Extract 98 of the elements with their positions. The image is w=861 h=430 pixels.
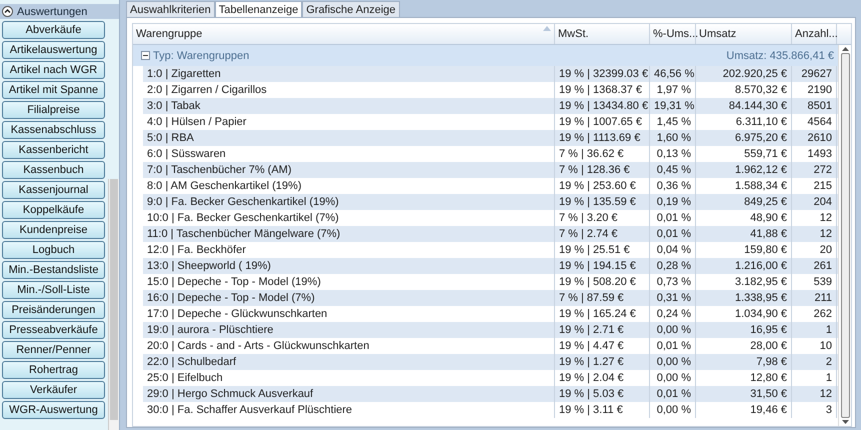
report-button[interactable]: Kassenbuch [2, 161, 105, 179]
table-cell: 7 % | 87.59 € [555, 290, 650, 306]
table-cell: 261 [792, 258, 837, 274]
column-header[interactable]: Warengruppe [133, 24, 555, 44]
report-button[interactable]: Artikel nach WGR [2, 61, 105, 79]
table-cell: 19 % | 1.27 € [555, 354, 650, 370]
table-cell: 1.338,95 € [696, 290, 792, 306]
table-cell: 7:0 | Taschenbücher 7% (AM) [143, 162, 555, 178]
table-cell: 46,56 % [650, 66, 696, 82]
table-cell: 1,60 % [650, 130, 696, 146]
table-cell: 31,50 € [696, 386, 792, 402]
table-cell: 7,98 € [696, 354, 792, 370]
report-button[interactable]: Koppelkäufe [2, 201, 105, 219]
table-cell: 29627 [792, 66, 837, 82]
table-cell: 19:0 | aurora - Plüschtiere [143, 322, 555, 338]
tab[interactable]: Auswahlkriterien [126, 1, 215, 17]
table-cell: 0,01 % [650, 386, 696, 402]
table-cell: 22:0 | Schulbedarf [143, 354, 555, 370]
table-cell: 2610 [792, 130, 837, 146]
table-cell: 0,00 % [650, 322, 696, 338]
report-button[interactable]: Kassenabschluss [2, 121, 105, 139]
report-button[interactable]: Verkäufer [2, 381, 105, 399]
report-button[interactable]: Presseabverkäufe [2, 321, 105, 339]
table-cell: 0,00 % [650, 402, 696, 418]
table-cell: 16:0 | Depeche - Top - Model (7%) [143, 290, 555, 306]
table-cell: 3 [792, 402, 837, 418]
column-header[interactable]: Anzahl... [792, 24, 837, 44]
table-cell: 19 % | 5.03 € [555, 386, 650, 402]
table-cell: 19 % | 1113.69 € [555, 130, 650, 146]
table-cell: 1:0 | Zigaretten [143, 66, 555, 82]
tab[interactable]: Tabellenanzeige [214, 1, 302, 17]
table-cell: 3:0 | Tabak [143, 98, 555, 114]
table-cell: 19 % | 194.15 € [555, 258, 650, 274]
report-button[interactable]: Logbuch [2, 241, 105, 259]
table-cell: 7 % | 128.36 € [555, 162, 650, 178]
group-label: Typ: Warengruppen [153, 50, 250, 62]
report-button[interactable]: Artikelauswertung [2, 41, 105, 59]
table-cell: 41,88 € [696, 226, 792, 242]
table-cell: 0,19 % [650, 194, 696, 210]
report-button[interactable]: Abverkäufe [2, 21, 105, 39]
report-button[interactable]: Kundenpreise [2, 221, 105, 239]
report-button[interactable]: Artikel mit Spanne [2, 81, 105, 99]
table-cell: 19 % | 135.59 € [555, 194, 650, 210]
table-cell: 13:0 | Sheepworld ( 19%) [143, 258, 555, 274]
collapse-icon [2, 6, 13, 17]
column-header[interactable]: MwSt. [555, 24, 650, 44]
report-button[interactable]: WGR-Auswertung [2, 401, 105, 419]
report-button[interactable]: Preisänderungen [2, 301, 105, 319]
table-cell: 6.975,20 € [696, 130, 792, 146]
table-cell: 9:0 | Fa. Becker Geschenkartikel (19%) [143, 194, 555, 210]
section-header[interactable]: Auswertungen [0, 4, 119, 19]
table-cell: 204 [792, 194, 837, 210]
report-button[interactable]: Rohertrag [2, 361, 105, 379]
table-cell: 29:0 | Hergo Schmuck Ausverkauf [143, 386, 555, 402]
table-cell: 16,95 € [696, 322, 792, 338]
report-button[interactable]: Renner/Penner [2, 341, 105, 359]
scroll-up-icon[interactable] [842, 47, 848, 51]
tab[interactable]: Grafische Anzeige [302, 1, 400, 17]
table-cell: 12 [792, 386, 837, 402]
table-cell: 849,25 € [696, 194, 792, 210]
section-label: Auswertungen [17, 6, 88, 18]
table-cell: 30:0 | Fa. Schaffer Ausverkauf Plüschtiere [143, 402, 555, 418]
table-cell: 0,28 % [650, 258, 696, 274]
table-cell: 1 [792, 322, 837, 338]
table-cell: 0,45 % [650, 162, 696, 178]
table-cell: 19 % | 32399.03 € [555, 66, 650, 82]
scrollbar[interactable] [108, 179, 119, 430]
table-cell: 0,01 % [650, 226, 696, 242]
report-button[interactable]: Kassenjournal [2, 181, 105, 199]
table-cell: 7 % | 2.74 € [555, 226, 650, 242]
group-summary: Umsatz: 435.866,41 € [726, 50, 834, 62]
table-cell: 8501 [792, 98, 837, 114]
table-cell: 19,31 % [650, 98, 696, 114]
report-button[interactable]: Kassenbericht [2, 141, 105, 159]
table-cell: 0,31 % [650, 290, 696, 306]
report-button[interactable]: Min.-/Soll-Liste [2, 281, 105, 299]
table-cell: 1.962,12 € [696, 162, 792, 178]
scrollbar[interactable] [838, 45, 851, 426]
table-cell: 211 [792, 290, 837, 306]
table-cell: 1.216,00 € [696, 258, 792, 274]
table-cell: 84.144,30 € [696, 98, 792, 114]
group-row[interactable]: Typ: Warengruppen Umsatz: 435.866,41 € [133, 45, 838, 66]
report-button[interactable]: Min.-Bestandsliste [2, 261, 105, 279]
table-cell: 202.920,25 € [696, 66, 792, 82]
scroll-down-icon[interactable] [842, 420, 848, 424]
report-button[interactable]: Filialpreise [2, 101, 105, 119]
table-cell: 19 % | 3.11 € [555, 402, 650, 418]
table-cell: 19 % | 13434.80 € [555, 98, 650, 114]
table-cell: 12 [792, 226, 837, 242]
table-cell: 272 [792, 162, 837, 178]
column-header[interactable]: Umsatz [696, 24, 792, 44]
table-cell: 2 [792, 354, 837, 370]
column-header[interactable]: %-Ums... [650, 24, 696, 44]
table-cell: 11:0 | Taschenbücher Mängelware (7%) [143, 226, 555, 242]
table-cell: 5:0 | RBA [143, 130, 555, 146]
table-cell: 19 % | 2.71 € [555, 322, 650, 338]
table-cell: 0,00 % [650, 354, 696, 370]
table-cell: 19,46 € [696, 402, 792, 418]
